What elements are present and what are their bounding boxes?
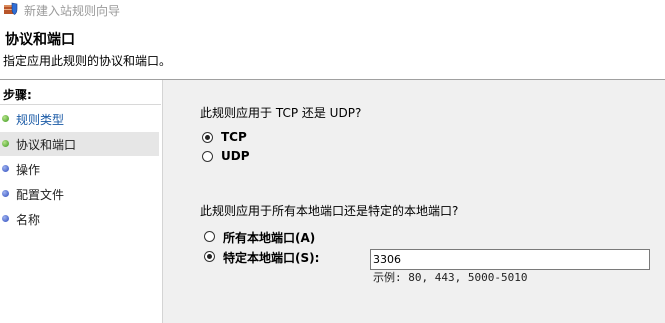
- udp-radio[interactable]: [202, 151, 213, 162]
- step-complete-icon: [2, 115, 9, 122]
- udp-radio-label[interactable]: UDP: [221, 149, 250, 163]
- step-pending-icon: [2, 190, 9, 197]
- window-title: 新建入站规则向导: [24, 4, 121, 18]
- step-label: 名称: [16, 213, 41, 227]
- step-label[interactable]: 规则类型: [16, 111, 64, 128]
- tcp-radio[interactable]: [202, 132, 213, 143]
- page-subtitle: 指定应用此规则的协议和端口。: [3, 54, 172, 68]
- steps-heading: 步骤:: [3, 88, 32, 102]
- step-label: 协议和端口: [16, 138, 77, 152]
- specific-ports-input[interactable]: [370, 249, 650, 270]
- wizard-header: 协议和端口 指定应用此规则的协议和端口。: [0, 18, 665, 78]
- wizard-content: 此规则应用于 TCP 还是 UDP? TCP UDP 此规则应用于所有本地端口还…: [162, 80, 665, 323]
- tcp-radio-label[interactable]: TCP: [221, 130, 247, 144]
- all-local-ports-radio[interactable]: [204, 231, 215, 242]
- steps-panel: 步骤: 规则类型 协议和端口 操作 配置文件 名称: [0, 80, 161, 323]
- step-protocol-and-ports[interactable]: 协议和端口: [0, 132, 159, 156]
- protocol-question: 此规则应用于 TCP 还是 UDP?: [200, 106, 362, 120]
- page-title: 协议和端口: [5, 32, 75, 48]
- step-pending-icon: [2, 165, 9, 172]
- all-local-ports-label[interactable]: 所有本地端口(A): [223, 229, 315, 246]
- ports-question: 此规则应用于所有本地端口还是特定的本地端口?: [200, 204, 459, 218]
- firewall-shield-icon: [4, 2, 18, 15]
- steps-divider: [0, 104, 161, 105]
- step-label: 操作: [16, 163, 41, 177]
- step-label: 配置文件: [16, 188, 65, 202]
- step-action: 操作: [0, 157, 159, 181]
- specific-local-ports-radio[interactable]: [204, 251, 215, 262]
- step-rule-type[interactable]: 规则类型: [0, 107, 159, 131]
- specific-local-ports-label[interactable]: 特定本地端口(S):: [223, 249, 319, 266]
- step-complete-icon: [2, 140, 9, 147]
- title-bar: 新建入站规则向导: [0, 0, 665, 18]
- step-pending-icon: [2, 215, 9, 222]
- step-profile: 配置文件: [0, 182, 159, 206]
- ports-example-hint: 示例: 80, 443, 5000-5010: [373, 271, 528, 284]
- step-name: 名称: [0, 207, 159, 231]
